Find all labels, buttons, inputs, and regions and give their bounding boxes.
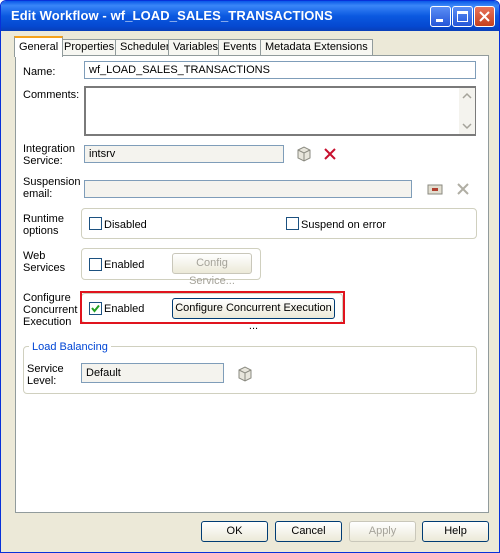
tab-scheduler-label: Scheduler — [120, 41, 170, 53]
concurrent-label-1: Configure — [23, 292, 71, 304]
scroll-down-icon — [462, 123, 472, 130]
ok-button[interactable]: OK — [201, 521, 268, 542]
web-services-label-2: Services — [23, 262, 66, 274]
tab-general-label: General — [19, 41, 59, 53]
scroll-up-icon — [462, 92, 472, 99]
runtime-options-label-2: options — [23, 225, 59, 237]
tab-scheduler[interactable]: Scheduler — [115, 39, 175, 55]
email-clear-button[interactable] — [452, 179, 474, 199]
close-button[interactable] — [474, 6, 495, 27]
checkmark-icon — [91, 304, 100, 313]
clear-icon — [324, 148, 336, 160]
integration-service-label-1: Integration — [23, 143, 75, 155]
web-enabled-label: Enabled — [104, 259, 145, 271]
title-bar[interactable]: Edit Workflow - wf_LOAD_SALES_TRANSACTIO… — [1, 1, 499, 31]
suspend-on-error-label: Suspend on error — [301, 219, 386, 231]
tab-properties[interactable]: Properties — [59, 39, 120, 55]
browse-icon — [297, 146, 311, 162]
tab-properties-label: Properties — [64, 41, 115, 53]
comments-field[interactable] — [84, 86, 476, 136]
maximize-button[interactable] — [452, 6, 473, 27]
tab-metadata-extensions[interactable]: Metadata Extensions — [260, 39, 373, 55]
tab-variables-label: Variables — [173, 41, 219, 53]
web-services-label-1: Web — [23, 250, 46, 262]
concurrent-enabled-label: Enabled — [104, 303, 145, 315]
service-level-value: Default — [86, 367, 121, 379]
name-value: wf_LOAD_SALES_TRANSACTIONS — [89, 64, 270, 76]
name-field[interactable]: wf_LOAD_SALES_TRANSACTIONS — [84, 61, 476, 79]
runtime-options-label-1: Runtime — [23, 213, 64, 225]
maximize-icon — [457, 11, 468, 22]
tab-variables[interactable]: Variables — [168, 39, 224, 55]
integration-service-field[interactable]: intsrv — [84, 145, 284, 163]
suspension-email-label-2: email: — [23, 188, 53, 200]
integration-service-value: intsrv — [89, 148, 116, 160]
minimize-button[interactable] — [430, 6, 451, 27]
tab-general[interactable]: General — [14, 36, 64, 57]
runtime-disabled-label: Disabled — [104, 219, 147, 231]
integration-service-label-2: Service: — [23, 155, 63, 167]
apply-button[interactable]: Apply — [349, 521, 416, 542]
comments-label: Comments: — [23, 89, 80, 101]
window-title: Edit Workflow - wf_LOAD_SALES_TRANSACTIO… — [11, 8, 333, 23]
tab-events-label: Events — [223, 41, 257, 53]
concurrent-label-3: Execution — [23, 316, 72, 328]
email-browse-button[interactable] — [424, 179, 446, 199]
runtime-disabled-checkbox[interactable] — [89, 217, 102, 230]
help-button[interactable]: Help — [422, 521, 489, 542]
service-level-label-1: Service — [27, 363, 64, 375]
concurrent-label-2: Concurrent — [23, 304, 78, 316]
service-level-label-2: Level: — [27, 375, 57, 387]
integration-clear-button[interactable] — [319, 144, 341, 164]
web-enabled-checkbox[interactable] — [89, 258, 102, 271]
tab-metadata-extensions-label: Metadata Extensions — [265, 41, 368, 53]
cancel-button[interactable]: Cancel — [275, 521, 342, 542]
tab-events[interactable]: Events — [218, 39, 262, 55]
config-service-button[interactable]: Config Service... — [172, 253, 252, 287]
suspend-on-error-checkbox[interactable] — [286, 217, 299, 230]
configure-concurrent-execution-button[interactable]: Configure Concurrent Execution ... — [172, 298, 335, 332]
dialog-window: Edit Workflow - wf_LOAD_SALES_TRANSACTIO… — [0, 0, 500, 553]
concurrent-enabled-checkbox[interactable] — [89, 302, 102, 315]
minimize-icon — [436, 19, 443, 22]
close-icon — [479, 11, 490, 22]
comments-scrollbar[interactable] — [459, 88, 475, 134]
load-balancing-title: Load Balancing — [29, 341, 111, 353]
clear-icon — [457, 183, 469, 195]
suspension-email-field[interactable] — [84, 180, 412, 198]
suspension-email-label-1: Suspension — [23, 176, 81, 188]
email-icon — [427, 184, 443, 195]
name-label: Name: — [23, 66, 56, 78]
service-level-field[interactable]: Default — [81, 363, 224, 383]
service-level-browse-button[interactable] — [234, 364, 256, 384]
browse-icon — [238, 366, 252, 382]
integration-browse-button[interactable] — [293, 144, 315, 164]
